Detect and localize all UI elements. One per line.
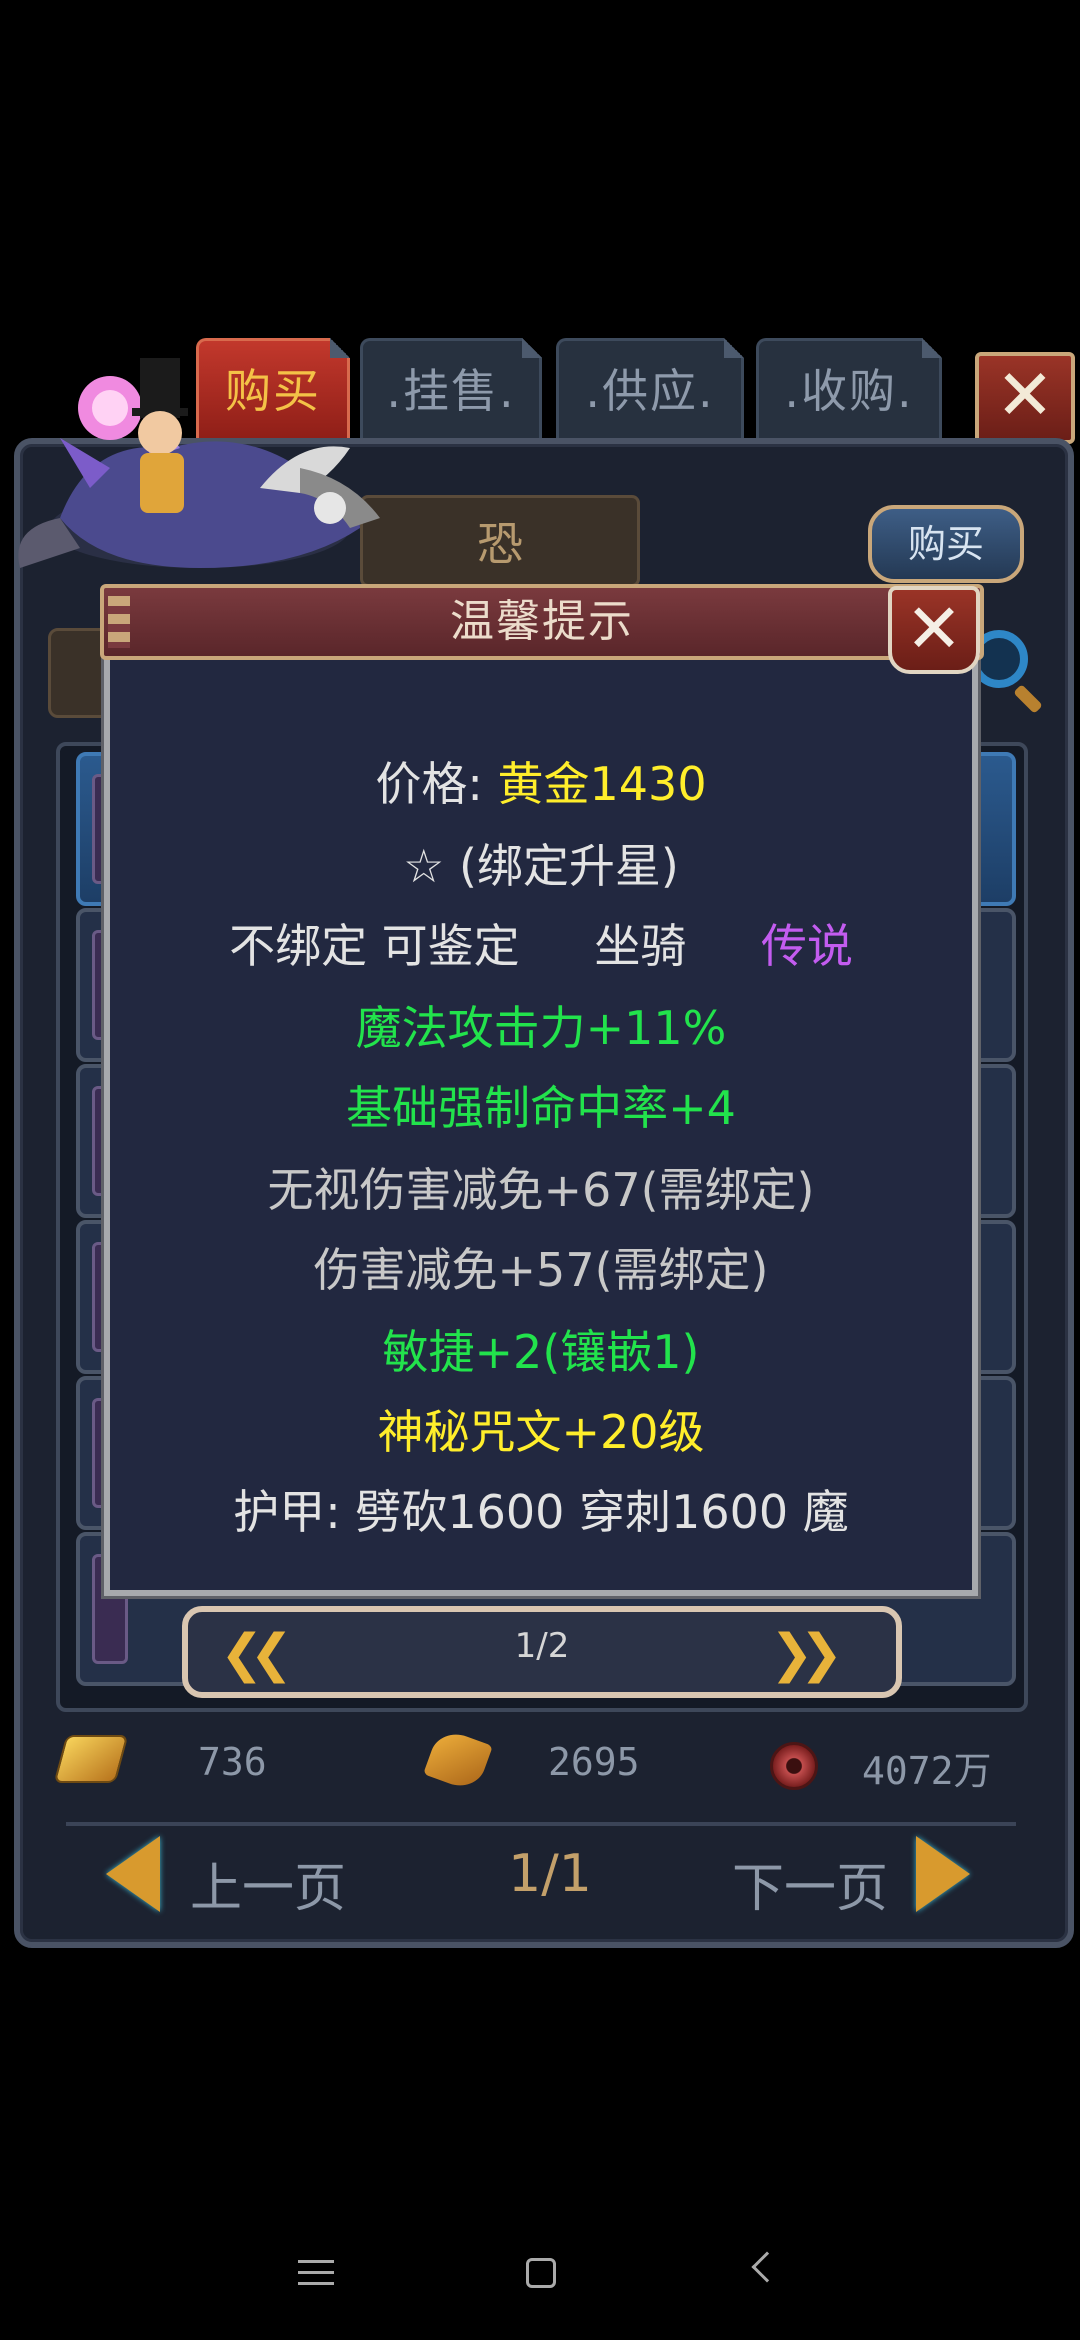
- price-line: 价格: 黄金1430: [104, 748, 978, 814]
- copper-coin-icon: [770, 1742, 818, 1790]
- menu-icon[interactable]: [298, 2260, 334, 2286]
- category-tab[interactable]: 恐: [360, 495, 640, 587]
- item-type: 坐骑: [594, 919, 687, 973]
- double-left-chevron-icon[interactable]: ❮❮: [220, 1624, 293, 1684]
- dialog-page-indicator: 1/2: [514, 1626, 570, 1666]
- price-value: 黄金1430: [497, 757, 707, 811]
- stat-ignore-reduction: 无视伤害减免+67(需绑定): [267, 1163, 815, 1217]
- coin-amount: 4072万: [862, 1749, 992, 1793]
- bind-status: 不绑定 可鉴定: [229, 919, 520, 973]
- home-icon[interactable]: [526, 2258, 556, 2288]
- stat-agility: 敏捷+2(镶嵌1): [382, 1325, 700, 1379]
- double-right-chevron-icon[interactable]: ❯❯: [770, 1624, 843, 1684]
- next-page-arrow-icon[interactable]: [916, 1836, 970, 1912]
- item-rarity: 传说: [760, 919, 853, 973]
- next-page-button[interactable]: 下一页: [732, 1846, 888, 1921]
- gold-amount: 736: [198, 1740, 267, 1784]
- dialog-title: 温馨提示: [450, 596, 634, 647]
- dialog-close-button[interactable]: ✕: [888, 586, 980, 674]
- price-label: 价格:: [375, 757, 498, 811]
- character-mount-sprite: [18, 358, 380, 568]
- leaf-amount: 2695: [548, 1740, 640, 1784]
- gold-ingot-icon: [53, 1735, 129, 1783]
- prev-page-arrow-icon[interactable]: [106, 1836, 160, 1912]
- tab-supply[interactable]: .供应.: [556, 338, 744, 441]
- page-indicator: 1/1: [508, 1844, 592, 1904]
- back-icon[interactable]: [751, 2251, 783, 2283]
- tab-purchase[interactable]: .收购.: [756, 338, 942, 441]
- prev-page-button[interactable]: 上一页: [190, 1846, 346, 1921]
- stat-damage-reduction: 伤害减免+57(需绑定): [313, 1243, 769, 1297]
- close-window-button[interactable]: ✕: [975, 352, 1075, 444]
- armor-line: 护甲: 劈砍1600 穿刺1600 魔: [233, 1485, 849, 1539]
- stat-hit-rate: 基础强制命中率+4: [346, 1081, 736, 1135]
- stat-rune: 神秘咒文+20级: [377, 1405, 705, 1459]
- star-upgrade-line: ☆ (绑定升星): [403, 839, 679, 893]
- buy-button[interactable]: 购买: [868, 505, 1024, 583]
- stat-magic-attack: 魔法攻击力+11%: [355, 1001, 727, 1055]
- item-status-line: 不绑定 可鉴定 坐骑 传说: [104, 910, 978, 976]
- divider: [66, 1822, 1016, 1826]
